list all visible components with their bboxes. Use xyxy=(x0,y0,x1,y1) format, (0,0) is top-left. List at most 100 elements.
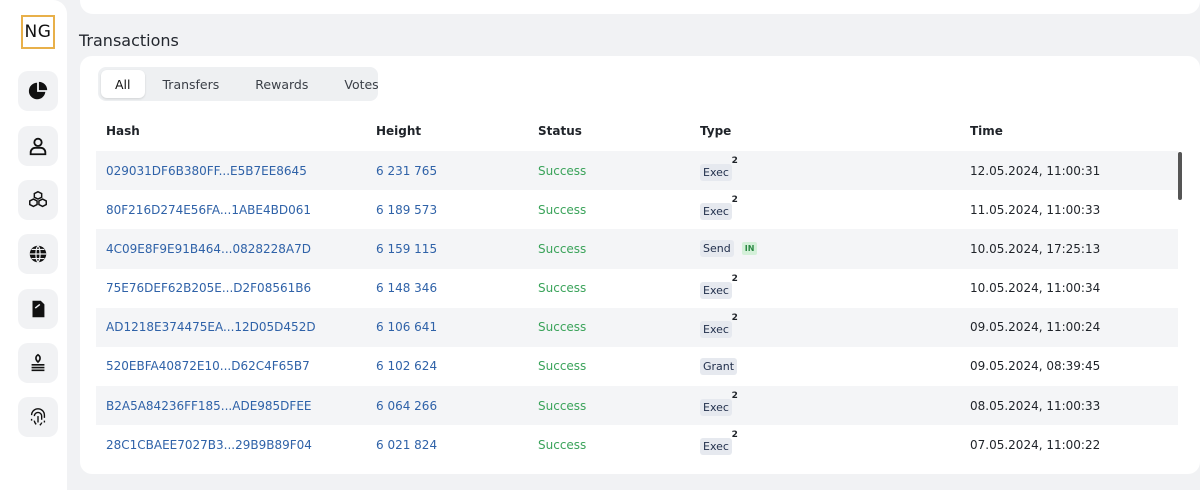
sidebar-item-blocks[interactable] xyxy=(18,180,58,220)
status-text: Success xyxy=(538,398,587,413)
status-text: Success xyxy=(538,163,587,178)
type-badge: Exec 2 xyxy=(700,313,739,338)
column-height[interactable]: Height xyxy=(376,124,421,138)
document-icon xyxy=(32,300,45,318)
column-status[interactable]: Status xyxy=(538,124,582,138)
message-count-badge: 2 xyxy=(729,156,739,166)
table-row[interactable]: 28C1CBAEE7027B3...29B9B89F04 6 021 824 S… xyxy=(96,425,1178,464)
height-link[interactable]: 6 106 641 xyxy=(376,308,437,347)
column-type[interactable]: Type xyxy=(700,124,731,138)
table-row[interactable]: 4C09E8F9E91B464...0828228A7D 6 159 115 S… xyxy=(96,229,1178,269)
hash-link[interactable]: 4C09E8F9E91B464...0828228A7D xyxy=(106,229,311,268)
table-row[interactable]: 029031DF6B380FF...E5B7EE8645 6 231 765 S… xyxy=(96,151,1178,191)
tab-rewards[interactable]: Rewards xyxy=(237,70,326,98)
cubes-icon xyxy=(29,190,47,208)
column-hash[interactable]: Hash xyxy=(106,124,140,138)
status-text: Success xyxy=(538,437,587,452)
time-text: 10.05.2024, 17:25:13 xyxy=(970,241,1101,256)
sidebar-item-dashboard[interactable] xyxy=(18,71,58,111)
type-label: Exec xyxy=(703,401,729,415)
time-text: 08.05.2024, 11:00:33 xyxy=(970,398,1101,413)
hash-link[interactable]: 80F216D274E56FA...1ABE4BD061 xyxy=(106,190,311,229)
table-header: Hash Height Status Type Time xyxy=(80,124,1180,144)
stack-icon xyxy=(31,353,45,372)
status-text: Success xyxy=(538,202,587,217)
time-text: 09.05.2024, 08:39:45 xyxy=(970,359,1101,374)
tab-votes[interactable]: Votes xyxy=(326,70,396,98)
logo[interactable]: NG xyxy=(21,15,55,49)
hash-link[interactable]: 75E76DEF62B205E...D2F08561B6 xyxy=(106,269,311,308)
type-cell: Exec 2 xyxy=(700,308,739,347)
status-text: Success xyxy=(538,359,587,374)
type-badge: Send xyxy=(700,240,734,258)
message-count-badge: 2 xyxy=(729,391,739,402)
type-cell: Exec 2 xyxy=(700,269,739,308)
time-text: 11.05.2024, 11:00:33 xyxy=(970,202,1101,217)
sidebar-item-staking[interactable] xyxy=(18,343,58,383)
time-text: 10.05.2024, 11:00:34 xyxy=(970,281,1101,296)
message-count-badge: 2 xyxy=(729,312,739,323)
table-row[interactable]: 75E76DEF62B205E...D2F08561B6 6 148 346 S… xyxy=(96,269,1178,308)
type-label: Send xyxy=(703,242,731,256)
time-text: 12.05.2024, 11:00:31 xyxy=(970,163,1101,178)
user-icon xyxy=(29,137,47,156)
type-badge: Exec 2 xyxy=(700,391,739,417)
time-text: 07.05.2024, 11:00:22 xyxy=(970,437,1101,452)
message-count-badge: 2 xyxy=(729,430,739,441)
fingerprint-icon xyxy=(30,408,46,426)
height-link[interactable]: 6 148 346 xyxy=(376,269,437,308)
transactions-table: 029031DF6B380FF...E5B7EE8645 6 231 765 S… xyxy=(96,151,1178,465)
type-cell: Exec 2 xyxy=(700,151,739,190)
type-label: Exec xyxy=(703,322,729,336)
type-label: Exec xyxy=(703,283,729,297)
status-text: Success xyxy=(538,241,587,256)
type-cell: Exec 2 xyxy=(700,386,739,425)
height-link[interactable]: 6 021 824 xyxy=(376,425,437,464)
sidebar-item-identity[interactable] xyxy=(18,397,58,437)
table-row[interactable]: 80F216D274E56FA...1ABE4BD061 6 189 573 S… xyxy=(96,190,1178,229)
height-link[interactable]: 6 064 266 xyxy=(376,386,437,425)
tab-all[interactable]: All xyxy=(101,70,145,98)
section-title: Transactions xyxy=(79,31,179,50)
height-link[interactable]: 6 231 765 xyxy=(376,151,437,190)
type-badge: Exec 2 xyxy=(700,430,739,456)
status-text: Success xyxy=(538,281,587,296)
type-label: Exec xyxy=(703,205,729,219)
column-time[interactable]: Time xyxy=(970,124,1003,138)
type-cell: Grant xyxy=(700,347,738,386)
message-count-badge: 2 xyxy=(729,273,739,284)
globe-icon xyxy=(29,245,47,263)
type-badge: Exec 2 xyxy=(700,195,739,221)
hash-link[interactable]: 029031DF6B380FF...E5B7EE8645 xyxy=(106,151,307,190)
hash-link[interactable]: 520EBFA40872E10...D62C4F65B7 xyxy=(106,347,310,386)
type-badge: Exec 2 xyxy=(700,156,739,181)
transactions-card: All Transfers Rewards Votes Hash Height … xyxy=(80,56,1200,474)
status-text: Success xyxy=(538,320,587,335)
top-card xyxy=(80,0,1200,14)
type-cell: Send IN xyxy=(700,229,758,268)
tab-transfers[interactable]: Transfers xyxy=(145,70,238,98)
height-link[interactable]: 6 102 624 xyxy=(376,347,437,386)
message-count-badge: 2 xyxy=(729,195,739,206)
type-cell: Exec 2 xyxy=(700,190,739,229)
type-badge: Exec 2 xyxy=(700,274,739,299)
sidebar-item-network[interactable] xyxy=(18,234,58,274)
height-link[interactable]: 6 189 573 xyxy=(376,190,437,229)
table-row[interactable]: AD1218E374475EA...12D05D452D 6 106 641 S… xyxy=(96,307,1178,347)
hash-link[interactable]: AD1218E374475EA...12D05D452D xyxy=(106,308,316,347)
direction-badge: IN xyxy=(741,242,758,256)
sidebar: NG xyxy=(0,0,67,490)
transaction-tabs: All Transfers Rewards Votes xyxy=(98,67,379,101)
time-text: 09.05.2024, 11:00:24 xyxy=(970,320,1101,335)
type-label: Exec xyxy=(703,166,729,179)
sidebar-item-account[interactable] xyxy=(18,126,58,166)
type-badge: Grant xyxy=(700,357,738,375)
height-link[interactable]: 6 159 115 xyxy=(376,229,437,268)
hash-link[interactable]: 28C1CBAEE7027B3...29B9B89F04 xyxy=(106,425,312,464)
table-row[interactable]: 520EBFA40872E10...D62C4F65B7 6 102 624 S… xyxy=(96,347,1178,386)
hash-link[interactable]: B2A5A84236FF185...ADE985DFEE xyxy=(106,386,312,425)
table-scrollbar[interactable] xyxy=(1178,152,1182,200)
table-row[interactable]: B2A5A84236FF185...ADE985DFEE 6 064 266 S… xyxy=(96,386,1178,426)
sidebar-item-documents[interactable] xyxy=(18,289,58,329)
type-label: Grant xyxy=(703,359,735,373)
